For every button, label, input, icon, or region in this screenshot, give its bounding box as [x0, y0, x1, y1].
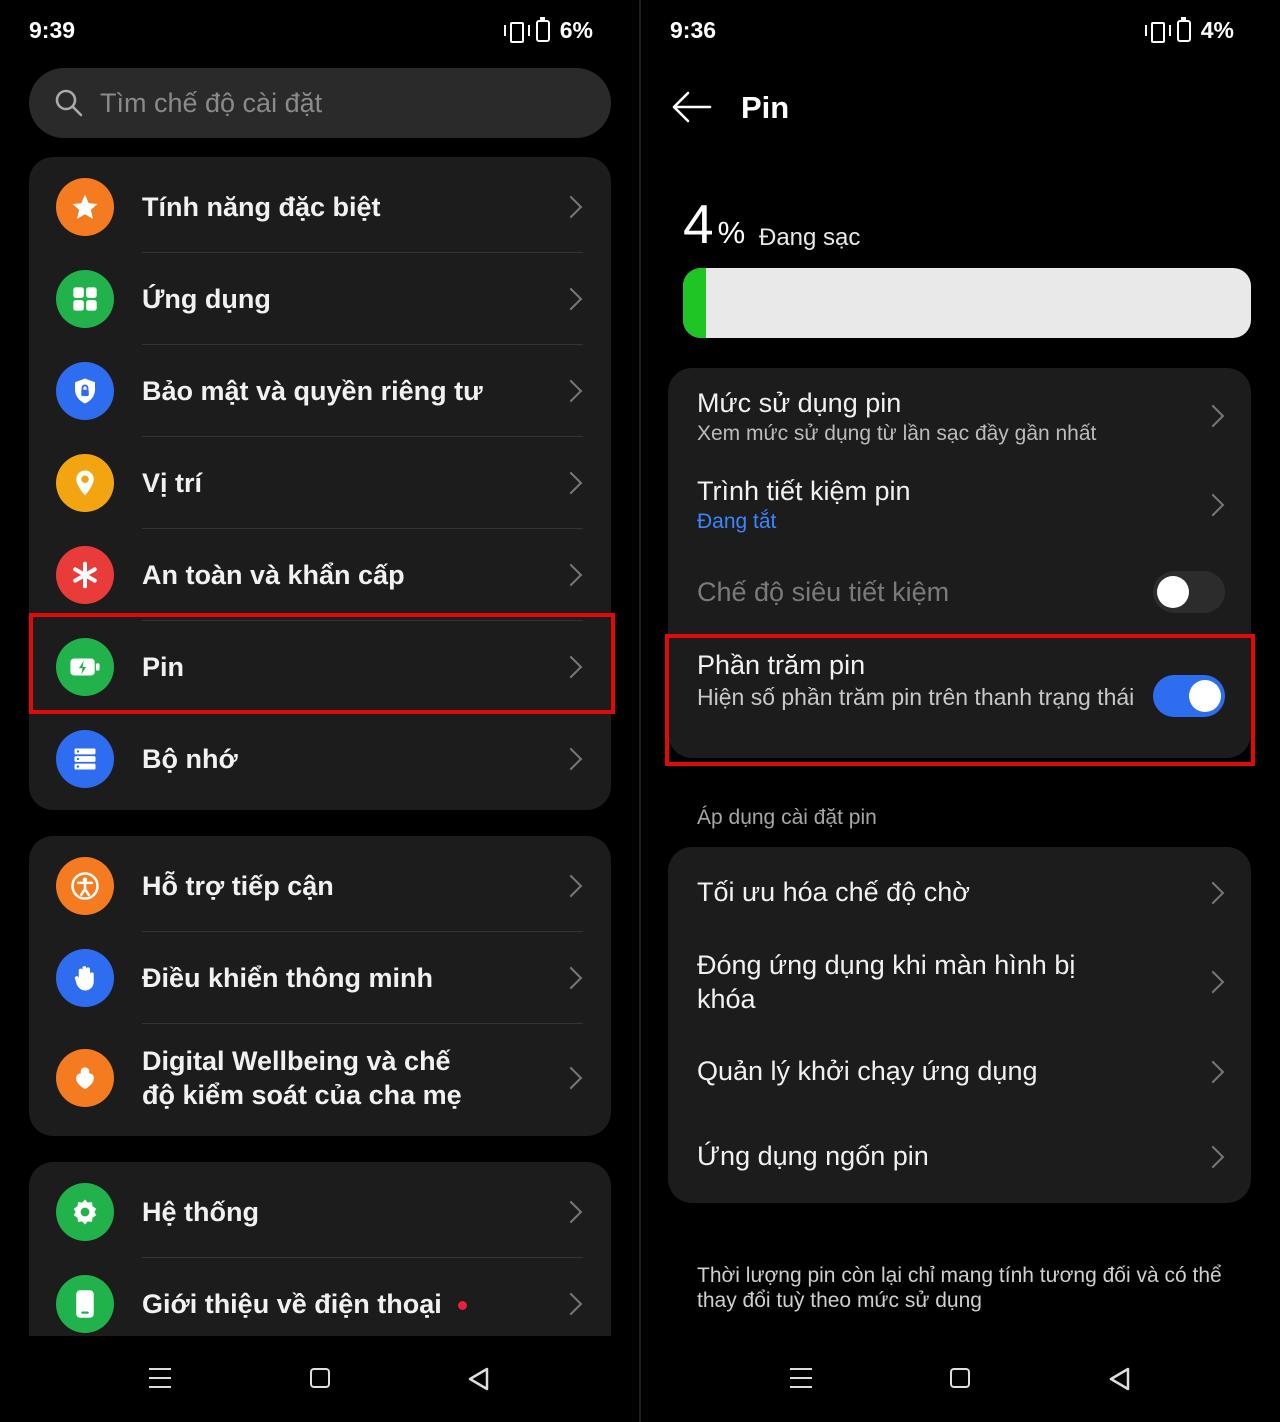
- battery-draining-apps-item[interactable]: Ứng dụng ngốn pin: [697, 1139, 1127, 1173]
- chevron-right-icon: [559, 1066, 583, 1090]
- battery-apply-group: Tối ưu hóa chế độ chờ Đóng ứng dụng khi …: [668, 847, 1251, 1203]
- settings-item-label: Hỗ trợ tiếp cận: [142, 871, 334, 901]
- battery-saver-item[interactable]: Trình tiết kiệm pin Đang tắt: [697, 474, 1251, 536]
- settings-group-system: Hệ thống Giới thiệu về điện thoại: [29, 1162, 611, 1362]
- battery-saver-title: Trình tiết kiệm pin: [697, 476, 911, 506]
- settings-item-label: Giới thiệu về điện thoại: [142, 1287, 467, 1321]
- chevron-right-icon: [1201, 881, 1225, 905]
- settings-item-label: Điều khiển thông minh: [142, 963, 433, 993]
- chevron-right-icon: [1201, 970, 1225, 994]
- search-bar[interactable]: Tìm chế độ cài đặt: [29, 68, 611, 138]
- settings-item-label: An toàn và khẩn cấp: [142, 560, 405, 590]
- chevron-right-icon: [559, 563, 583, 587]
- location-pin-icon: [56, 454, 114, 512]
- item-label: Quản lý khởi chạy ứng dụng: [697, 1056, 1038, 1086]
- status-time: 9:39: [29, 17, 76, 43]
- item-label: Tối ưu hóa chế độ chờ: [697, 877, 970, 907]
- notification-dot: [457, 1301, 467, 1311]
- settings-item-label: Hệ thống: [142, 1197, 259, 1227]
- chevron-right-icon: [559, 747, 583, 771]
- chevron-right-icon: [559, 874, 583, 898]
- ultra-saver-toggle[interactable]: [1153, 571, 1225, 613]
- settings-item-safety-emergency[interactable]: An toàn và khẩn cấp: [29, 529, 611, 621]
- chevron-right-icon: [1201, 1145, 1225, 1169]
- chevron-right-icon: [559, 379, 583, 403]
- settings-item-storage[interactable]: Bộ nhớ: [29, 713, 611, 805]
- charging-status: Đang sạc: [759, 224, 861, 251]
- standby-optimize-item[interactable]: Tối ưu hóa chế độ chờ: [697, 875, 1127, 909]
- highlight-box: [29, 613, 615, 714]
- settings-item-special-features[interactable]: Tính năng đặc biệt: [29, 161, 611, 253]
- back-arrow-icon[interactable]: [670, 90, 712, 124]
- phone-icon: [56, 1275, 114, 1333]
- settings-screen: 9:39 6% Tìm chế độ cài đặt Tính năng đặc…: [0, 0, 639, 1422]
- status-bar: 9:36 4%: [641, 14, 1280, 46]
- back-nav-icon[interactable]: [466, 1366, 492, 1392]
- chevron-right-icon: [559, 1292, 583, 1316]
- accessibility-icon: [56, 857, 114, 915]
- battery-usage-item[interactable]: Mức sử dụng pin Xem mức sử dụng từ lần s…: [697, 386, 1251, 448]
- close-apps-locked-item[interactable]: Đóng ứng dụng khi màn hình bị khóa: [697, 948, 1127, 1016]
- settings-item-label: Vị trí: [142, 468, 203, 498]
- hand-icon: [56, 949, 114, 1007]
- navigation-bar: [0, 1336, 639, 1422]
- settings-item-smart-control[interactable]: Điều khiển thông minh: [29, 932, 611, 1024]
- back-nav-icon[interactable]: [1107, 1366, 1133, 1392]
- storage-icon: [56, 730, 114, 788]
- status-time: 9:36: [670, 17, 717, 43]
- home-icon[interactable]: [310, 1368, 330, 1388]
- status-battery-text: 6%: [559, 17, 593, 43]
- settings-item-label: Bảo mật và quyền riêng tư: [142, 376, 483, 406]
- chevron-right-icon: [559, 195, 583, 219]
- battery-screen: 9:36 4% Pin 4% Đang sạc Mức sử dụng pin …: [641, 0, 1280, 1422]
- status-battery-text: 4%: [1200, 17, 1234, 43]
- app-launch-manager-item[interactable]: Quản lý khởi chạy ứng dụng: [697, 1054, 1127, 1088]
- settings-item-label: Bộ nhớ: [142, 744, 238, 774]
- settings-item-label: Tính năng đặc biệt: [142, 192, 381, 222]
- home-icon[interactable]: [950, 1368, 970, 1388]
- settings-item-label: Digital Wellbeing và chế độ kiểm soát củ…: [142, 1046, 462, 1110]
- gear-icon: [56, 1183, 114, 1241]
- asterisk-icon: [56, 546, 114, 604]
- settings-item-apps[interactable]: Ứng dụng: [29, 253, 611, 345]
- chevron-right-icon: [559, 287, 583, 311]
- battery-charging-status-icon: [535, 16, 550, 42]
- wellbeing-icon: [56, 1049, 114, 1107]
- search-placeholder: Tìm chế độ cài đặt: [100, 87, 323, 118]
- section-header: Áp dụng cài đặt pin: [697, 806, 877, 829]
- item-label: Đóng ứng dụng khi màn hình bị khóa: [697, 950, 1076, 1014]
- chevron-right-icon: [559, 966, 583, 990]
- settings-item-privacy[interactable]: Bảo mật và quyền riêng tư: [29, 345, 611, 437]
- item-label: Ứng dụng ngốn pin: [697, 1141, 929, 1171]
- chevron-right-icon: [1201, 1060, 1225, 1084]
- page-title: Pin: [741, 90, 790, 125]
- settings-item-location[interactable]: Vị trí: [29, 437, 611, 529]
- star-icon: [56, 178, 114, 236]
- recent-apps-icon[interactable]: [149, 1368, 171, 1388]
- settings-item-accessibility[interactable]: Hỗ trợ tiếp cận: [29, 840, 611, 932]
- shield-lock-icon: [56, 362, 114, 420]
- battery-level-bar: [683, 268, 1251, 338]
- battery-charging-status-icon: [1176, 16, 1191, 42]
- chevron-right-icon: [559, 471, 583, 495]
- chevron-right-icon: [559, 1200, 583, 1224]
- battery-footnote: Thời lượng pin còn lại chỉ mang tính tươ…: [697, 1264, 1222, 1312]
- battery-usage-title: Mức sử dụng pin: [697, 388, 902, 418]
- settings-item-label: Ứng dụng: [142, 284, 271, 314]
- search-icon: [55, 89, 83, 117]
- settings-item-digital-wellbeing[interactable]: Digital Wellbeing và chế độ kiểm soát củ…: [29, 1024, 611, 1132]
- battery-saver-status: Đang tắt: [697, 510, 777, 533]
- settings-item-system[interactable]: Hệ thống: [29, 1166, 611, 1258]
- navigation-bar: [641, 1336, 1280, 1422]
- settings-group-assist: Hỗ trợ tiếp cận Điều khiển thông minh Di…: [29, 836, 611, 1136]
- battery-percent: 4%: [683, 193, 746, 255]
- status-bar: 9:39 6%: [0, 14, 639, 46]
- battery-level-fill: [683, 268, 706, 338]
- battery-usage-subtitle: Xem mức sử dụng từ lần sạc đầy gần nhất: [697, 422, 1097, 445]
- recent-apps-icon[interactable]: [790, 1368, 812, 1388]
- highlight-box: [665, 634, 1255, 766]
- apps-grid-icon: [56, 270, 114, 328]
- vibrate-icon: [503, 20, 530, 43]
- vibrate-icon: [1144, 20, 1171, 43]
